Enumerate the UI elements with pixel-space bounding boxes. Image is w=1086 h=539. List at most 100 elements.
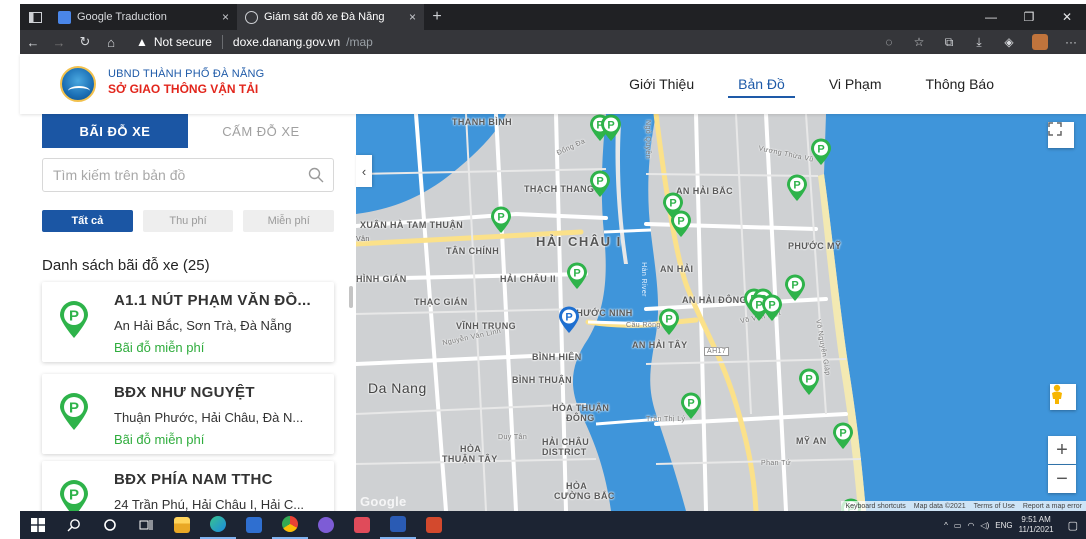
parking-marker[interactable]: P xyxy=(761,294,783,322)
zoom-in-button[interactable]: + xyxy=(1048,436,1076,464)
chrome-button[interactable] xyxy=(272,511,308,539)
favorite-icon[interactable]: ☆ xyxy=(904,35,934,49)
close-window-icon[interactable]: ✕ xyxy=(1048,4,1086,30)
extensions-icon[interactable]: ◈ xyxy=(994,35,1024,49)
list-item[interactable]: P A1.1 NÚT PHẠM VĂN ĐỒ... An Hải Bắc, Sơ… xyxy=(42,282,334,362)
parking-pin-icon: P xyxy=(590,170,610,197)
list-item[interactable]: P BĐX PHÍA NAM TTHC 24 Trần Phú, Hải Châ… xyxy=(42,461,334,511)
word-button[interactable] xyxy=(380,511,416,539)
edge-button[interactable] xyxy=(200,511,236,539)
home-icon[interactable]: ⌂ xyxy=(98,35,124,50)
terms-link[interactable]: Terms of Use xyxy=(974,503,1015,510)
collections-icon[interactable]: ⧉ xyxy=(934,35,964,50)
menu-violations[interactable]: Vi Phạm xyxy=(807,54,904,114)
download-icon[interactable]: ⤓ xyxy=(964,35,994,50)
language-indicator[interactable]: ENG xyxy=(995,521,1012,530)
forward-icon[interactable]: → xyxy=(46,35,72,50)
chevron-up-icon[interactable]: ^ xyxy=(944,521,948,530)
map-canvas[interactable]: THANH BÌNH THẠCH THANG AN HẢI BẮC XUÂN H… xyxy=(356,114,1086,511)
collapse-panel-button[interactable]: ‹ xyxy=(356,155,372,187)
task-view-button[interactable] xyxy=(128,511,164,539)
url-field[interactable]: ▲ Not secure doxe.danang.gov.vn/map xyxy=(136,35,373,49)
filter-paid[interactable]: Thu phí xyxy=(142,210,234,232)
search-icon[interactable] xyxy=(299,167,333,183)
filter-all[interactable]: Tất cả xyxy=(42,210,133,232)
read-aloud-icon[interactable]: ◌ xyxy=(874,35,904,49)
parking-marker[interactable]: P xyxy=(589,170,611,198)
back-icon[interactable]: ← xyxy=(20,35,46,50)
app-button[interactable] xyxy=(344,511,380,539)
list-scrollbar[interactable] xyxy=(349,286,353,308)
map-label: CƯỜNG BẮC xyxy=(554,491,615,501)
fullscreen-button[interactable] xyxy=(1048,122,1074,148)
tab-parking-map[interactable]: Giám sát đỗ xe Đà Nẵng × xyxy=(237,4,424,30)
powerpoint-button[interactable] xyxy=(416,511,452,539)
panel-tabs: BÃI ĐỖ XE CẤM ĐỖ XE xyxy=(42,114,334,148)
map-data-text: Map data ©2021 xyxy=(913,502,966,510)
parking-marker[interactable]: P xyxy=(658,308,680,336)
selected-parking-marker[interactable]: P xyxy=(558,306,580,334)
parking-marker[interactable]: P xyxy=(798,368,820,396)
outlook-button[interactable] xyxy=(236,511,272,539)
main-menu: Giới Thiệu Bản Đồ Vi Phạm Thông Báo xyxy=(607,54,1016,114)
parking-pin-icon: P xyxy=(491,206,511,233)
parking-marker[interactable]: P xyxy=(490,206,512,234)
menu-announcements[interactable]: Thông Báo xyxy=(904,54,1017,114)
tab-no-parking[interactable]: CẤM ĐỖ XE xyxy=(188,114,334,148)
viber-button[interactable] xyxy=(308,511,344,539)
close-icon[interactable]: × xyxy=(222,10,229,24)
notifications-icon[interactable]: ▢ xyxy=(1068,519,1078,532)
parking-marker[interactable]: P xyxy=(832,422,854,450)
zoom-out-button[interactable]: − xyxy=(1048,465,1076,493)
department-logo[interactable] xyxy=(60,66,96,102)
wifi-icon[interactable]: ◠ xyxy=(967,521,974,530)
search-input[interactable] xyxy=(43,167,299,183)
parking-marker[interactable]: P xyxy=(784,274,806,302)
org-name-line1: UBND THÀNH PHỐ ĐÀ NẴNG xyxy=(108,68,265,80)
parking-marker[interactable]: P xyxy=(810,138,832,166)
keyboard-shortcuts-link[interactable]: Keyboard shortcuts xyxy=(845,503,905,510)
address-bar: ← → ↻ ⌂ ▲ Not secure doxe.danang.gov.vn /… xyxy=(20,30,1086,54)
tab-google-translate[interactable]: Google Traduction × xyxy=(50,4,237,30)
tab-actions-icon[interactable] xyxy=(20,4,50,30)
filter-free[interactable]: Miễn phí xyxy=(243,210,335,232)
search-taskbar-button[interactable] xyxy=(56,511,92,539)
clock[interactable]: 9:51 AM 11/1/2021 xyxy=(1019,515,1054,535)
svg-text:P: P xyxy=(596,176,603,188)
minimize-icon[interactable]: — xyxy=(972,4,1010,30)
parking-fee-status: Bãi đỗ miễn phí xyxy=(114,340,205,355)
tab-parking-lots[interactable]: BÃI ĐỖ XE xyxy=(42,114,188,148)
word-icon xyxy=(390,516,406,532)
map-label: AN HẢI xyxy=(660,264,694,274)
map-label: AN HẢI ĐÔNG xyxy=(682,295,747,305)
parking-marker[interactable]: P xyxy=(786,174,808,202)
parking-marker[interactable]: P xyxy=(680,392,702,420)
battery-icon[interactable]: ▭ xyxy=(954,521,962,530)
start-button[interactable] xyxy=(20,511,56,539)
refresh-icon[interactable]: ↻ xyxy=(72,34,98,50)
new-tab-button[interactable]: + xyxy=(424,4,450,30)
powerpoint-icon xyxy=(426,517,442,533)
volume-icon[interactable]: ◁) xyxy=(980,521,989,530)
parking-pin-icon: P xyxy=(659,308,679,335)
profile-avatar[interactable] xyxy=(1032,34,1048,50)
clock-date: 11/1/2021 xyxy=(1018,525,1054,534)
parking-panel: BÃI ĐỖ XE CẤM ĐỖ XE Tất cả Thu phí Miễn … xyxy=(20,114,356,511)
parking-pin-icon: P xyxy=(811,138,831,165)
svg-text:P: P xyxy=(565,312,572,324)
menu-introduction[interactable]: Giới Thiệu xyxy=(607,54,716,114)
parking-marker[interactable]: P xyxy=(566,262,588,290)
more-icon[interactable]: ··· xyxy=(1056,35,1086,49)
file-explorer-button[interactable] xyxy=(164,511,200,539)
parking-marker[interactable]: P xyxy=(600,114,622,142)
map-label: DISTRICT xyxy=(542,447,587,457)
menu-map[interactable]: Bản Đồ xyxy=(716,54,807,114)
report-error-link[interactable]: Report a map error xyxy=(1023,503,1082,510)
close-icon[interactable]: × xyxy=(409,10,416,24)
cortana-button[interactable] xyxy=(92,511,128,539)
list-item[interactable]: P BĐX NHƯ NGUYỆT Thuận Phước, Hải Châu, … xyxy=(42,374,334,454)
street-view-button[interactable] xyxy=(1050,384,1076,410)
browser-tab-bar: Google Traduction × Giám sát đỗ xe Đà Nẵ… xyxy=(20,4,1086,30)
maximize-icon[interactable]: ❐ xyxy=(1010,4,1048,30)
parking-marker[interactable]: P xyxy=(670,210,692,238)
